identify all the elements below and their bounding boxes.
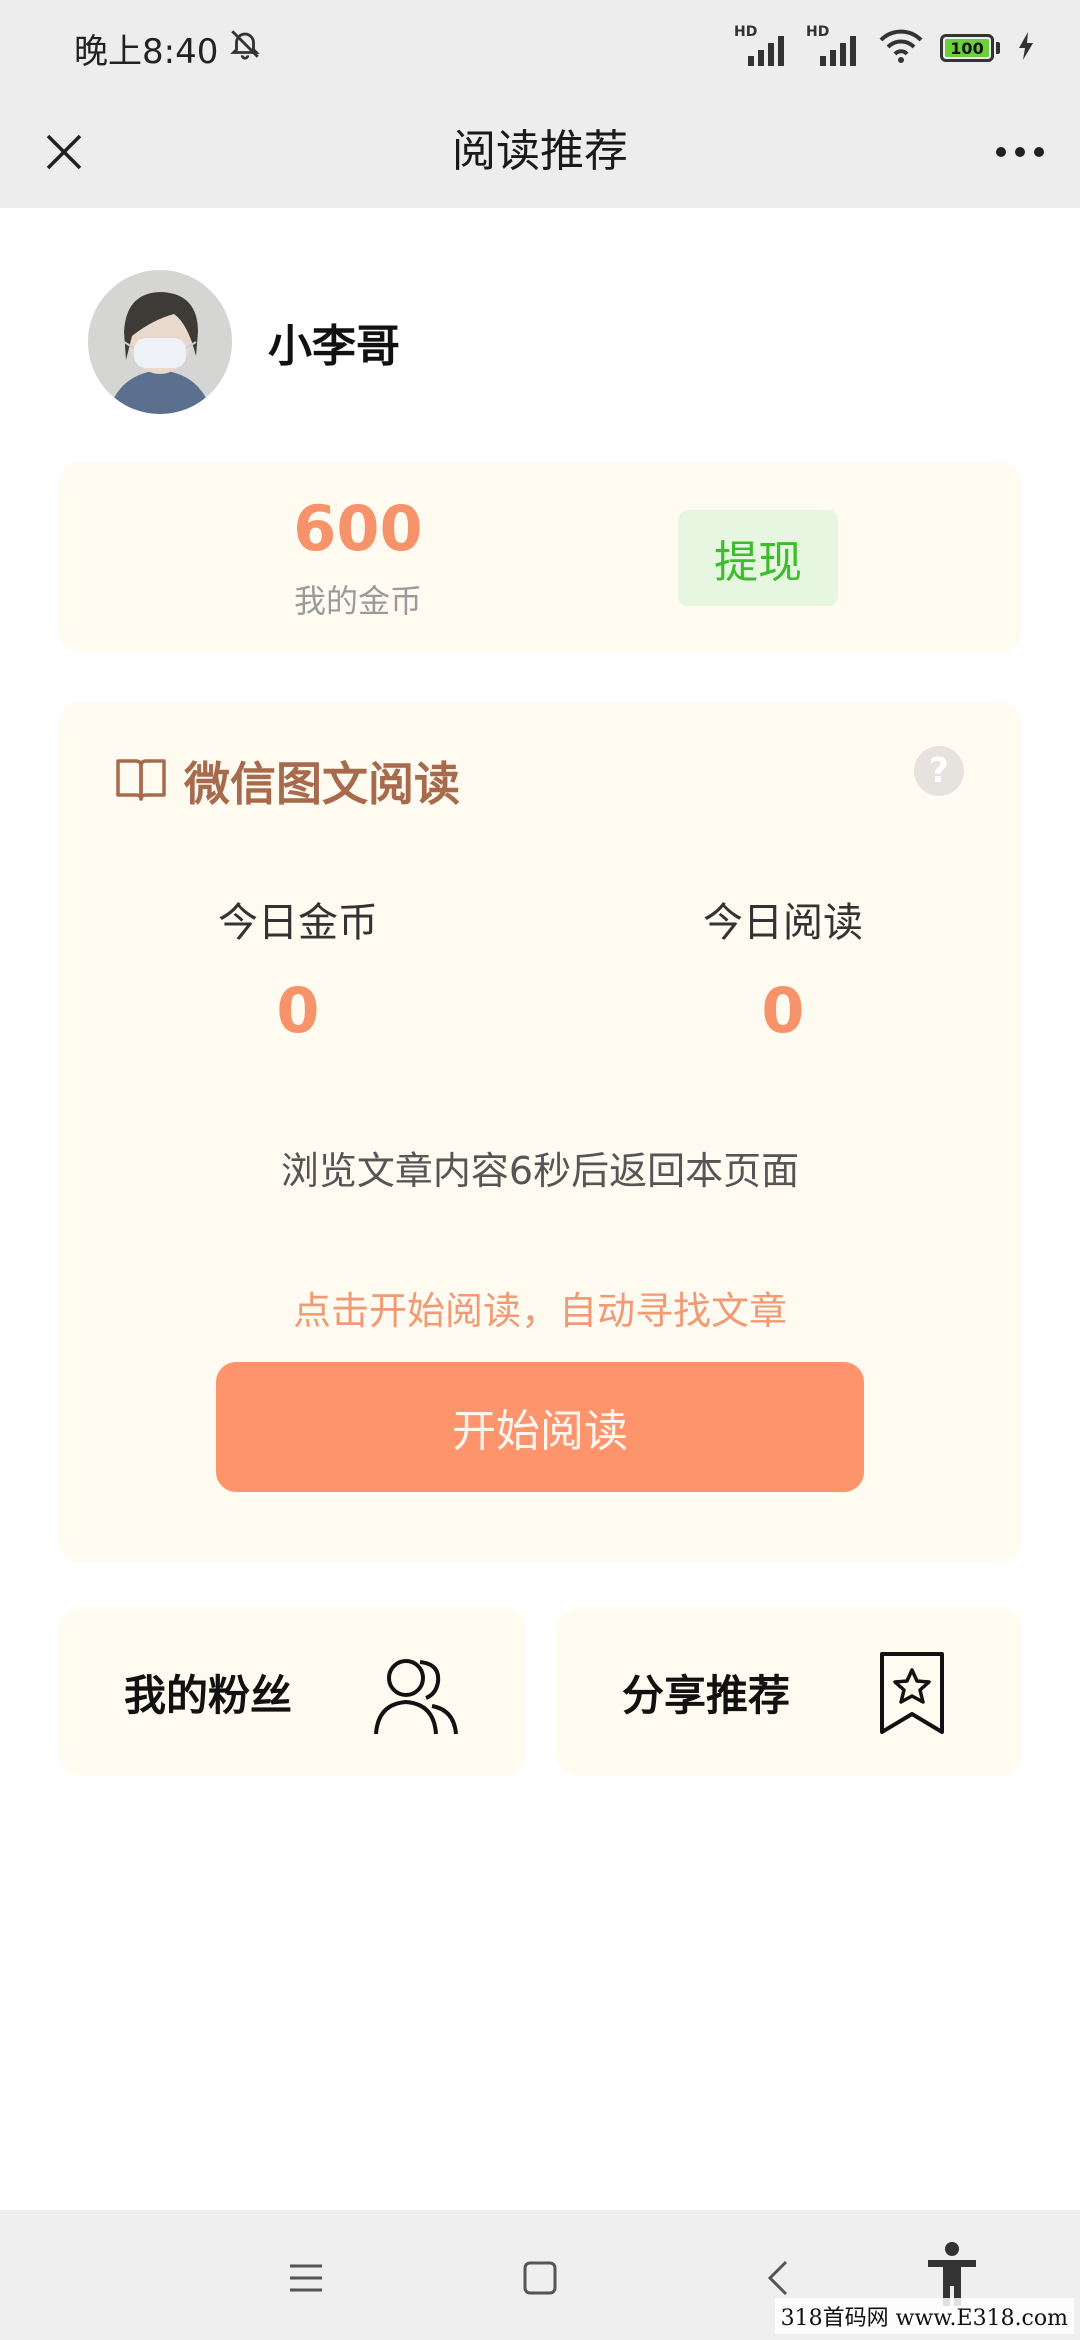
coins-card: 600 我的金币 提现 xyxy=(58,462,1022,652)
status-time: 晚上8:40 xyxy=(74,32,219,72)
today-coins-value: 0 xyxy=(276,974,320,1047)
avatar[interactable] xyxy=(88,270,232,414)
start-reading-button[interactable]: 开始阅读 xyxy=(216,1362,864,1492)
hd-badge: HD xyxy=(734,24,758,40)
user-name: 小李哥 xyxy=(268,321,400,372)
users-icon xyxy=(370,1648,462,1740)
charging-bolt-icon xyxy=(1016,30,1036,66)
silent-bell-icon xyxy=(228,27,262,70)
signal-1-icon: HD xyxy=(734,24,790,68)
wifi-icon xyxy=(878,28,924,68)
bookmark-star-icon xyxy=(866,1648,958,1740)
help-icon[interactable]: ? xyxy=(914,746,964,796)
menu-icon xyxy=(290,2264,322,2292)
back-chevron-icon xyxy=(767,2260,788,2296)
home-button[interactable] xyxy=(510,2248,570,2308)
user-profile: 小李哥 xyxy=(88,270,400,414)
status-indicators: HD HD 100 xyxy=(734,24,1036,70)
book-icon xyxy=(114,755,168,807)
reading-title: 微信图文阅读 xyxy=(184,757,460,811)
start-hint: 点击开始阅读，自动寻找文章 xyxy=(292,1289,787,1333)
status-bar: 晚上8:40 HD HD 100 xyxy=(0,0,1080,96)
today-coins-stat: 今日金币 0 xyxy=(148,898,448,1046)
battery-level: 100 xyxy=(945,39,989,58)
hd-badge: HD xyxy=(806,24,830,40)
reading-header: 微信图文阅读 xyxy=(114,748,460,814)
share-recommend-card[interactable]: 分享推荐 xyxy=(556,1608,1022,1776)
coins-label: 我的金币 xyxy=(293,582,422,620)
more-icon xyxy=(996,147,1044,157)
signal-2-icon: HD xyxy=(806,24,862,68)
reading-card: 微信图文阅读 ? 今日金币 0 今日阅读 0 浏览文章内容6秒后返回本页面 点击… xyxy=(58,702,1022,1562)
share-recommend-label: 分享推荐 xyxy=(622,1670,791,1720)
home-square-icon xyxy=(523,2261,557,2295)
my-fans-label: 我的粉丝 xyxy=(124,1670,293,1720)
coins-value: 600 xyxy=(293,492,423,565)
today-reads-label: 今日阅读 xyxy=(703,900,863,946)
status-time-group: 晚上8:40 xyxy=(74,24,262,73)
more-button[interactable] xyxy=(988,120,1052,184)
page-title: 阅读推荐 xyxy=(452,126,628,177)
today-reads-value: 0 xyxy=(761,974,805,1047)
watermark: 318首码网 www.E318.com xyxy=(774,2298,1074,2334)
withdraw-button[interactable]: 提现 xyxy=(678,510,838,606)
today-coins-label: 今日金币 xyxy=(218,900,378,946)
title-bar: 阅读推荐 xyxy=(0,96,1080,208)
battery-icon: 100 xyxy=(940,34,1000,62)
browse-hint: 浏览文章内容6秒后返回本页面 xyxy=(280,1149,800,1193)
menu-button[interactable] xyxy=(276,2248,336,2308)
today-reads-stat: 今日阅读 0 xyxy=(633,898,933,1046)
my-fans-card[interactable]: 我的粉丝 xyxy=(58,1608,526,1776)
